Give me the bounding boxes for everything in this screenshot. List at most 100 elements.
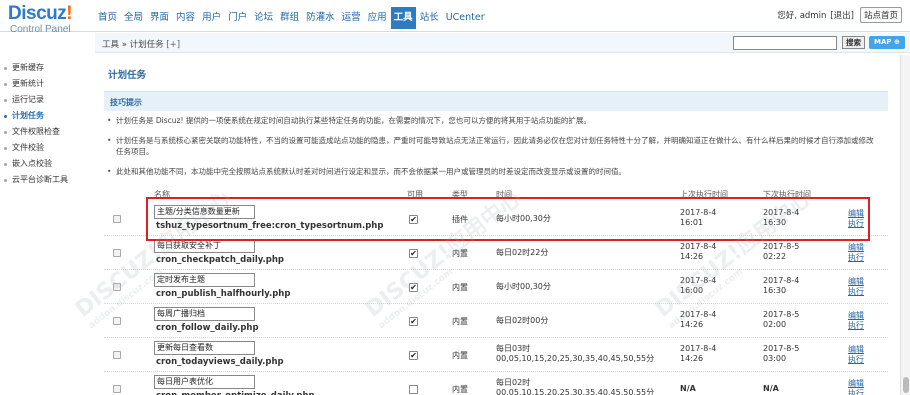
task-type: 内置	[452, 317, 468, 326]
nav-item[interactable]: 站长	[417, 9, 442, 29]
last-run-line: 2017-8-4	[680, 242, 717, 251]
task-type: 内置	[452, 283, 468, 292]
next-run-line: 2017-8-5	[763, 344, 800, 353]
add-shortcut-link[interactable]: [+]	[166, 40, 180, 50]
discuz-logo[interactable]: Discuz! Control Panel	[8, 3, 93, 36]
vertical-scrollbar[interactable]	[900, 55, 910, 395]
row-select-checkbox[interactable]	[113, 215, 121, 223]
greeting-text: 您好, admin	[777, 11, 827, 21]
schedule-line: 每日02时	[496, 378, 531, 387]
run-link[interactable]: 执行	[848, 320, 864, 331]
next-run-time: 2017-8-4 16:30	[763, 276, 799, 296]
next-run-line: 03:00	[763, 354, 787, 363]
run-link[interactable]: 执行	[848, 388, 864, 395]
enabled-checkbox[interactable]: ✔	[409, 249, 418, 258]
task-script-file: cron_publish_halfhourly.php	[156, 289, 291, 299]
last-run-line: 14:26	[680, 320, 704, 329]
row-select-checkbox[interactable]	[113, 317, 121, 325]
logo-bang: !	[66, 3, 73, 24]
logout-link[interactable]: [退出]	[830, 9, 854, 21]
last-run-time: 2017-8-4 14:26	[680, 310, 716, 330]
last-run-line: 2017-8-4	[680, 276, 717, 285]
last-run-line: 16:00	[680, 286, 704, 295]
row-select-checkbox[interactable]	[113, 351, 121, 359]
next-run-line: 2017-8-4	[763, 276, 800, 285]
task-script-file: cron_member_optimize_daily.php	[156, 391, 315, 395]
table-row: 更新每日查看数 cron_todayviews_daily.php ✔ 内置 每日03时…	[104, 338, 888, 372]
sidebar-item[interactable]: 文件校验	[0, 140, 95, 156]
main-nav: 首页 全局 界面 内容 用户 门户 论坛 群组 防灌水 运营 应用 工具 站长 UCenter	[95, 7, 489, 29]
task-name-input[interactable]: 每日获取安全补丁	[154, 239, 255, 253]
last-run-time: 2017-8-4 16:00	[680, 276, 716, 296]
search-button[interactable]: 搜索	[842, 36, 865, 49]
task-name-input[interactable]: 更新每日查看数	[154, 341, 255, 355]
next-run-line: N/A	[763, 384, 779, 393]
last-run-time: N/A	[680, 384, 696, 394]
table-row: 每周广播归档 cron_follow_daily.php ✔ 内置 每日02时00分 20…	[104, 304, 888, 338]
enabled-checkbox[interactable]: ✔	[409, 283, 418, 292]
nav-item[interactable]: 内容	[173, 9, 198, 29]
tips-header: 技巧提示	[104, 91, 888, 111]
enabled-checkbox[interactable]: ✔	[409, 351, 418, 360]
task-name-input[interactable]: 每周广播归档	[154, 307, 255, 321]
nav-item[interactable]: 群组	[277, 9, 302, 29]
table-row: 每日用户表优化 cron_member_optimize_daily.php 内置 每…	[104, 372, 888, 395]
scrollbar-thumb[interactable]	[903, 377, 909, 393]
nav-item[interactable]: UCenter	[443, 9, 488, 29]
run-link[interactable]: 执行	[848, 252, 864, 263]
sidebar-item[interactable]: 运行记录	[0, 92, 95, 108]
sidebar-item[interactable]: 更新缓存	[0, 60, 95, 76]
run-link[interactable]: 执行	[848, 354, 864, 365]
nav-item[interactable]: 界面	[147, 9, 172, 29]
task-type: 内置	[452, 385, 468, 394]
last-run-line: 2017-8-4	[680, 344, 717, 353]
top-header: Discuz! Control Panel 首页 全局 界面 内容 用户 门户 论坛 群组 防灌…	[0, 0, 910, 36]
sidebar-item[interactable]: 嵌入点校验	[0, 156, 95, 172]
sidebar-item[interactable]: 云平台诊断工具	[0, 172, 95, 188]
table-row: 定时发布主题 cron_publish_halfhourly.php ✔ 内置 每小时0…	[104, 270, 888, 304]
task-name-input[interactable]: 每日用户表优化	[154, 375, 255, 389]
last-run-time: 2017-8-4 14:26	[680, 242, 716, 262]
breadcrumb-bar: 工具 » 计划任务 [+] 搜索 MAP ⊕	[95, 33, 910, 53]
sidebar-item[interactable]: 更新统计	[0, 76, 95, 92]
task-schedule: 每日02时22分	[496, 248, 548, 258]
next-run-line: 02:22	[763, 252, 787, 261]
highlight-box	[146, 197, 870, 241]
nav-item[interactable]: 全局	[121, 9, 146, 29]
schedule-line: 每日03时	[496, 344, 531, 353]
nav-item[interactable]: 运营	[339, 9, 364, 29]
nav-item[interactable]: 防灌水	[303, 9, 338, 29]
next-run-line: 02:00	[763, 320, 787, 329]
nav-item[interactable]: 应用	[365, 9, 390, 29]
search-input[interactable]	[733, 36, 837, 50]
map-button[interactable]: MAP ⊕	[869, 36, 905, 49]
task-name-input[interactable]: 定时发布主题	[154, 273, 255, 287]
row-select-checkbox[interactable]	[113, 283, 121, 291]
nav-item[interactable]: 门户	[225, 9, 250, 29]
run-link[interactable]: 执行	[848, 286, 864, 297]
table-row: 每日获取安全补丁 cron_checkpatch_daily.php ✔ 内置 每日02…	[104, 236, 888, 270]
schedule-line: 00,05,10,15,20,25,30,35,40,45,50,55分	[496, 354, 655, 363]
nav-item[interactable]: 论坛	[251, 9, 276, 29]
schedule-line: 每日02时00分	[496, 316, 549, 325]
task-type: 内置	[452, 351, 468, 360]
row-select-checkbox[interactable]	[113, 249, 121, 257]
sidebar-item[interactable]: 文件权限检查	[0, 124, 95, 140]
site-home-button[interactable]: 站点首页	[859, 7, 902, 23]
next-run-line: 16:30	[763, 286, 787, 295]
header-user-area: 您好, admin [退出] 站点首页	[777, 7, 902, 23]
nav-item[interactable]: 首页	[95, 9, 120, 29]
breadcrumb: 工具 » 计划任务 [+]	[102, 38, 180, 50]
last-run-line: N/A	[680, 384, 696, 393]
nav-item[interactable]: 用户	[199, 9, 224, 29]
tip-text: 计划任务是 Discuz! 提供的一项使系统在规定时间自动执行某些特定任务的功能…	[107, 115, 876, 126]
enabled-checkbox[interactable]	[409, 385, 418, 394]
sidebar-item[interactable]: 计划任务	[0, 108, 95, 124]
next-run-line: 2017-8-5	[763, 310, 800, 319]
logo-text: Discuz	[8, 3, 67, 24]
page-title: 计划任务	[108, 70, 147, 81]
tip-text: 此处和其他功能不同，本功能中完全按照站点系统默认时差对时间进行设定和显示，而不会…	[107, 166, 876, 177]
enabled-checkbox[interactable]: ✔	[409, 317, 418, 326]
nav-item[interactable]: 工具	[390, 7, 416, 29]
row-select-checkbox[interactable]	[113, 385, 121, 393]
